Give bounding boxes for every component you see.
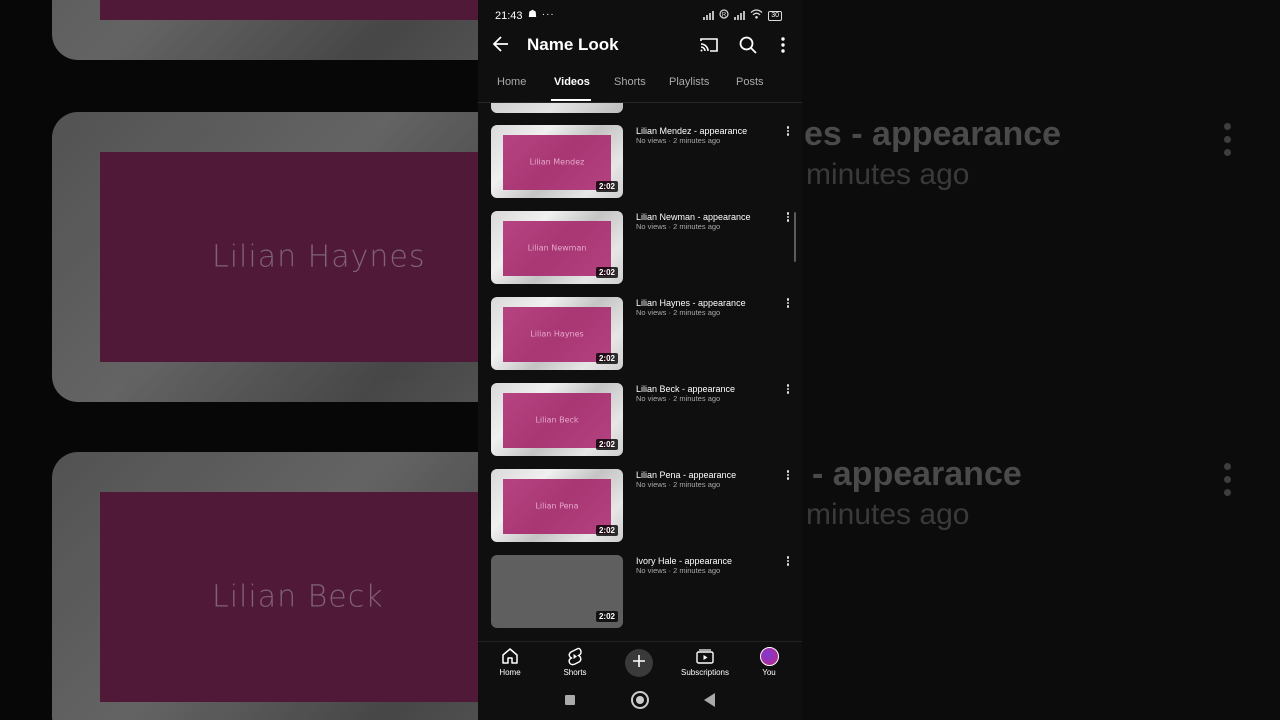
tab-posts[interactable]: Posts <box>736 76 764 88</box>
duration-badge: 2:02 <box>595 525 618 536</box>
nav-label: Shorts <box>563 668 587 677</box>
background-thumbnail-name: Lilian Haynes <box>212 239 426 275</box>
video-thumbnail[interactable]: Lilian Haynes 2:02 <box>491 297 623 370</box>
background-more-icon <box>1224 463 1232 502</box>
search-icon[interactable] <box>738 35 758 55</box>
video-more-icon[interactable] <box>785 383 791 397</box>
app-bar: Name Look <box>478 30 802 60</box>
duration-badge: 2:02 <box>595 439 618 450</box>
background-title-fragment: es - appearance <box>804 115 1062 153</box>
wifi-icon <box>750 9 763 22</box>
duration-badge: 2:02 <box>595 181 618 192</box>
video-meta: No views · 2 minutes ago <box>636 394 721 403</box>
home-icon <box>480 646 540 666</box>
background-sub-fragment: minutes ago <box>806 498 970 531</box>
video-item[interactable]: Lilian Newman 2:02 Lilian Newman - appea… <box>478 211 802 291</box>
video-meta: No views · 2 minutes ago <box>636 480 721 489</box>
create-icon <box>632 654 646 673</box>
status-time: 21:43 <box>495 10 523 22</box>
background-thumbnail-name: Lilian Beck <box>212 579 384 615</box>
video-list[interactable]: Lilian Mendez 2:02 Lilian Mendez - appea… <box>478 103 802 641</box>
nav-label: You <box>762 668 776 677</box>
channel-title: Name Look <box>527 35 619 54</box>
video-more-icon[interactable] <box>785 297 791 311</box>
nav-you[interactable]: You <box>739 646 799 677</box>
background-title-fragment: - appearance <box>812 455 1022 493</box>
duration-badge: 2:02 <box>595 611 618 622</box>
tab-home[interactable]: Home <box>497 76 526 88</box>
phone-screen: 21:43 ☗ ··· R 30 Name Look Home Videos S… <box>478 0 802 720</box>
video-meta: No views · 2 minutes ago <box>636 308 721 317</box>
bottom-navigation: Home Shorts Subscriptions You <box>478 641 802 682</box>
system-navigation <box>478 681 802 720</box>
recent-apps-button[interactable] <box>565 695 575 705</box>
video-more-icon[interactable] <box>785 211 791 225</box>
thumbnail-text: Lilian Newman <box>527 243 587 252</box>
background-sub-fragment: minutes ago <box>806 158 970 191</box>
thumbnail-text: Lilian Beck <box>535 415 579 424</box>
video-thumbnail[interactable]: Lilian Pena 2:02 <box>491 469 623 542</box>
background-more-icon <box>1224 123 1232 162</box>
notification-icons: ☗ ··· <box>528 9 555 20</box>
background-thumbnail: Lilian Beck <box>52 452 478 720</box>
home-button[interactable] <box>631 691 649 709</box>
channel-tabs: Home Videos Shorts Playlists Posts <box>478 64 802 103</box>
avatar <box>759 646 779 666</box>
video-item[interactable]: Lilian Mendez 2:02 Lilian Mendez - appea… <box>478 125 802 205</box>
status-right-icons: R 30 <box>703 9 782 22</box>
background-thumbnail: Lilian Haynes <box>52 112 478 402</box>
cast-icon[interactable] <box>699 35 719 55</box>
video-thumbnail[interactable]: Lilian Newman 2:02 <box>491 211 623 284</box>
active-tab-indicator <box>551 99 591 101</box>
video-thumbnail[interactable]: Lilian Mendez 2:02 <box>491 125 623 198</box>
background-thumbnail <box>52 0 478 60</box>
thumbnail-text: Lilian Haynes <box>530 329 584 338</box>
more-vertical-icon[interactable] <box>776 35 790 55</box>
duration-badge: 2:02 <box>595 353 618 364</box>
video-thumbnail-partial[interactable] <box>491 103 623 113</box>
background-right: es - appearance minutes ago - appearance… <box>802 0 1280 720</box>
video-more-icon[interactable] <box>785 555 791 569</box>
video-item[interactable]: 2:02 Ivory Hale - appearance No views · … <box>478 555 802 635</box>
video-meta: No views · 2 minutes ago <box>636 222 721 231</box>
video-item[interactable]: Lilian Pena 2:02 Lilian Pena - appearanc… <box>478 469 802 549</box>
back-arrow-icon[interactable] <box>492 33 510 55</box>
nav-subscriptions[interactable]: Subscriptions <box>675 646 735 677</box>
mobile-data-icon: R <box>719 9 729 22</box>
battery-icon: 30 <box>768 10 782 21</box>
shorts-icon <box>545 646 605 666</box>
nav-home[interactable]: Home <box>480 646 540 677</box>
video-thumbnail[interactable]: Lilian Beck 2:02 <box>491 383 623 456</box>
tab-shorts[interactable]: Shorts <box>614 76 646 88</box>
status-bar: 21:43 ☗ ··· R 30 <box>478 0 802 30</box>
tab-videos[interactable]: Videos <box>554 76 590 88</box>
video-more-icon[interactable] <box>785 125 791 139</box>
video-meta: No views · 2 minutes ago <box>636 136 721 145</box>
subscriptions-icon <box>675 646 735 666</box>
video-thumbnail[interactable]: 2:02 <box>491 555 623 628</box>
scrollbar[interactable] <box>794 212 796 262</box>
background-left: Lilian Haynes Lilian Beck <box>0 0 478 720</box>
video-item[interactable]: Lilian Haynes 2:02 Lilian Haynes - appea… <box>478 297 802 377</box>
nav-label: Subscriptions <box>680 668 730 677</box>
nav-shorts[interactable]: Shorts <box>545 646 605 677</box>
back-button[interactable] <box>704 693 715 707</box>
video-meta: No views · 2 minutes ago <box>636 566 721 575</box>
tab-playlists[interactable]: Playlists <box>669 76 709 88</box>
svg-text:R: R <box>722 13 727 19</box>
video-more-icon[interactable] <box>785 469 791 483</box>
nav-label: Home <box>499 668 521 677</box>
duration-badge: 2:02 <box>595 267 618 278</box>
create-button[interactable] <box>625 649 653 677</box>
thumbnail-text: Lilian Pena <box>535 501 579 510</box>
thumbnail-text: Lilian Mendez <box>529 157 585 166</box>
signal-icon <box>734 11 746 20</box>
video-item[interactable]: Lilian Beck 2:02 Lilian Beck - appearanc… <box>478 383 802 463</box>
signal-icon <box>703 11 715 20</box>
